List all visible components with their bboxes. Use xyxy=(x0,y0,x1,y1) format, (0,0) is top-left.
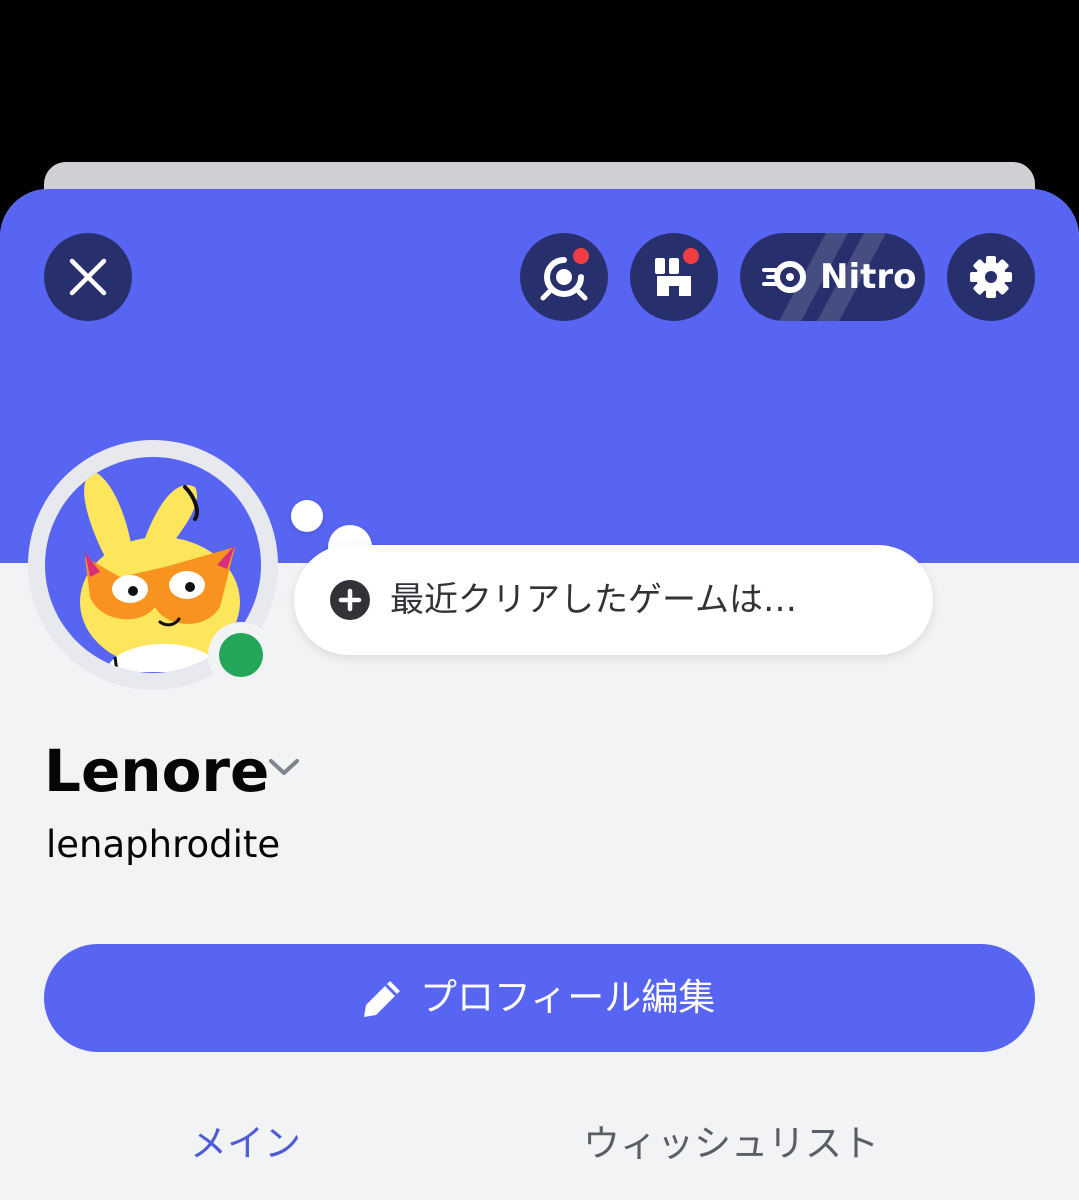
display-name: Lenore xyxy=(44,737,270,805)
nitro-button[interactable]: Nitro xyxy=(740,233,925,321)
settings-button[interactable] xyxy=(947,233,1035,321)
close-button[interactable] xyxy=(44,233,132,321)
shop-button[interactable] xyxy=(630,233,718,321)
thought-dot-small xyxy=(291,500,323,532)
online-status-indicator xyxy=(219,633,263,677)
status-bubble-text: 最近クリアしたゲームは… xyxy=(390,580,797,620)
edit-profile-label: プロフィール編集 xyxy=(420,976,716,1019)
nitro-icon xyxy=(762,261,806,293)
plus-icon xyxy=(330,580,370,620)
nitro-label: Nitro xyxy=(820,257,917,297)
shop-notification-dot xyxy=(680,245,702,267)
gear-icon xyxy=(970,256,1012,298)
chevron-down-icon[interactable] xyxy=(266,755,302,779)
close-icon xyxy=(69,258,107,296)
username: lenaphrodite xyxy=(46,823,281,866)
profile-sheet: Nitro 最近クリアしたゲームは… Lenore lenaphrodite プ… xyxy=(0,189,1079,1200)
quests-button[interactable] xyxy=(520,233,608,321)
tab-main[interactable]: メイン xyxy=(190,1117,301,1171)
status-bubble[interactable]: 最近クリアしたゲームは… xyxy=(294,545,933,655)
edit-profile-button[interactable]: プロフィール編集 xyxy=(44,944,1035,1052)
pencil-icon xyxy=(364,981,400,1017)
tab-wishlist[interactable]: ウィッシュリスト xyxy=(583,1117,879,1171)
quests-notification-dot xyxy=(570,245,592,267)
